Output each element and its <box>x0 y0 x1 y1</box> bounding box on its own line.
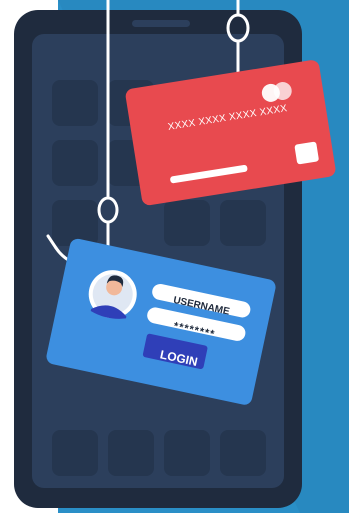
phishing-illustration <box>14 0 349 513</box>
phone-speaker <box>132 20 190 27</box>
card-chip <box>294 141 319 165</box>
